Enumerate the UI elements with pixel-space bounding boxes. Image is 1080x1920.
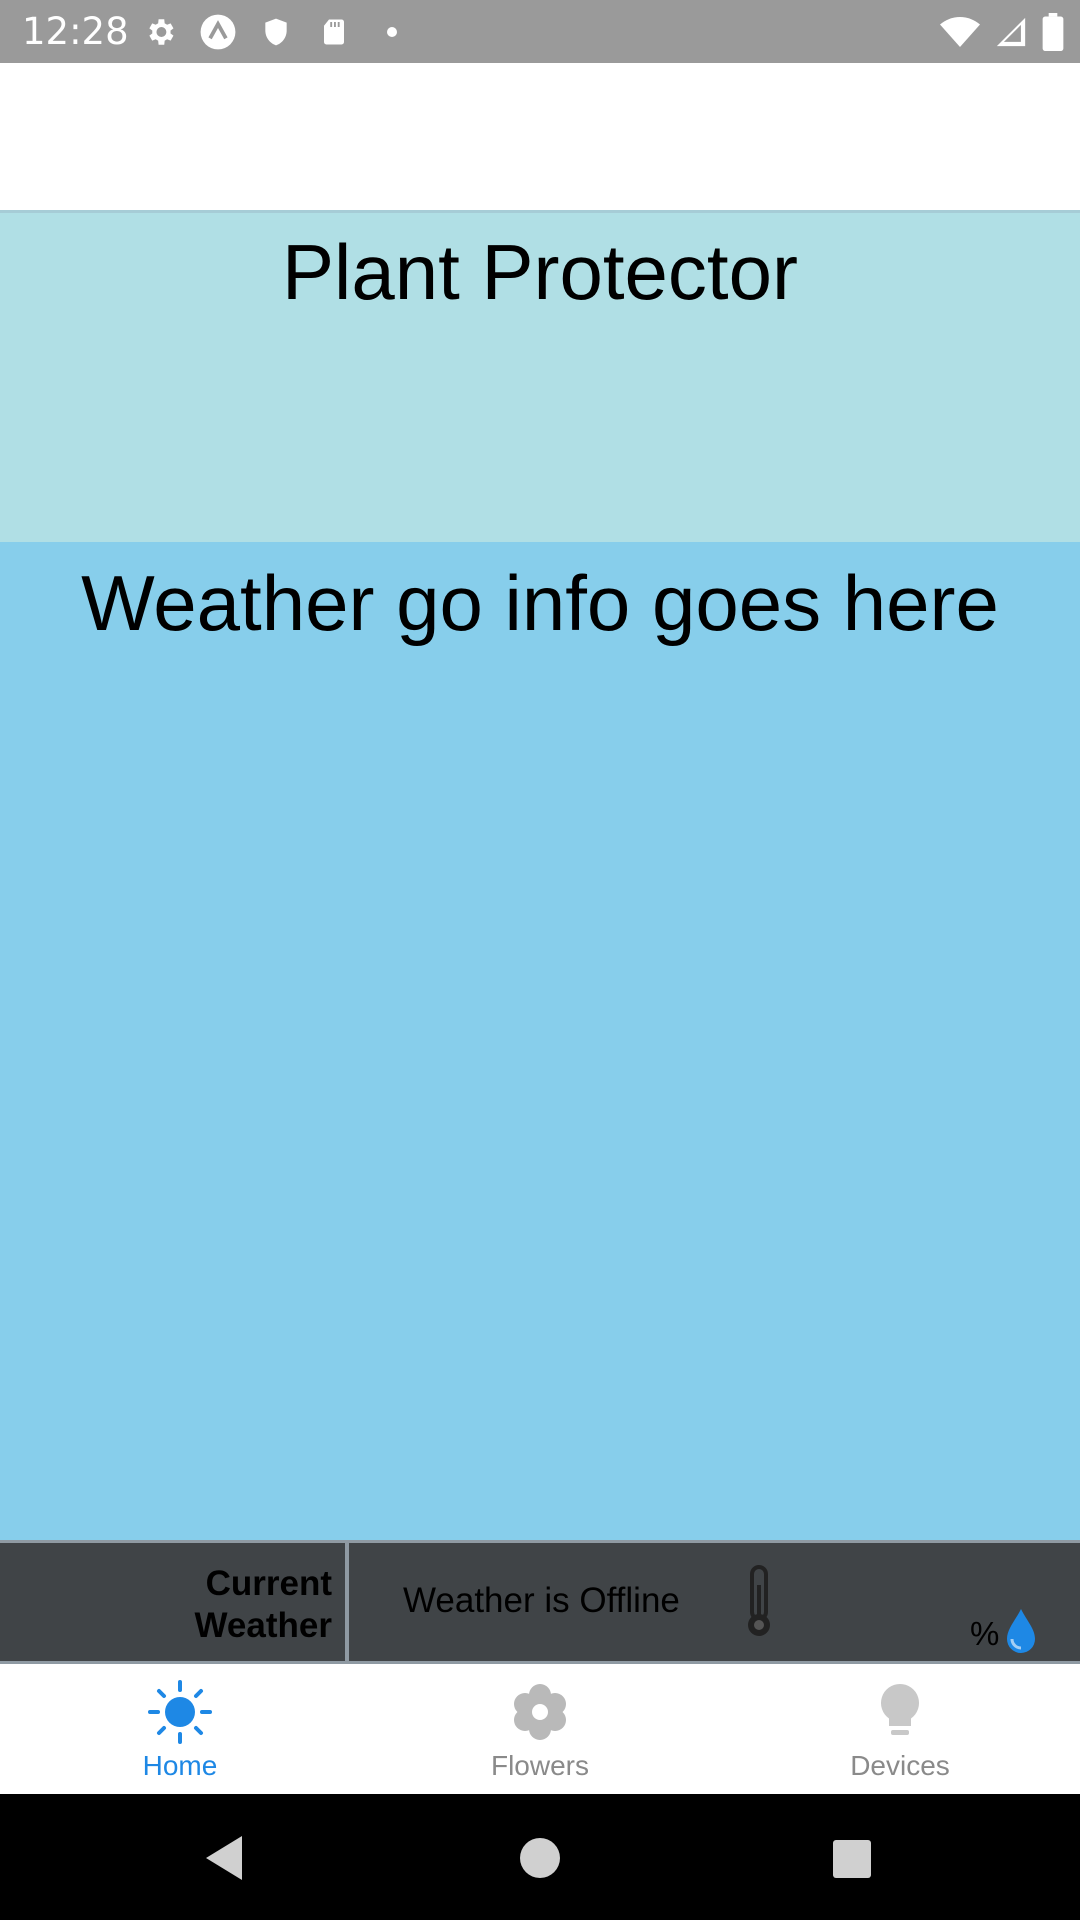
sd-card-icon — [314, 12, 354, 52]
recents-icon[interactable] — [825, 1832, 877, 1884]
thermometer-icon — [743, 1565, 775, 1639]
sun-icon — [148, 1680, 212, 1744]
expo-icon — [198, 12, 238, 52]
tab-home-label: Home — [142, 1750, 218, 1781]
app-header — [0, 63, 1080, 210]
tab-flowers-label: Flowers — [490, 1750, 589, 1781]
tab-home[interactable]: Home — [0, 1664, 360, 1794]
system-nav-bar — [0, 1794, 1080, 1920]
weather-panel: Weather go info goes here — [0, 542, 1080, 1540]
bottom-nav: Home Flowers Devices — [0, 1664, 1080, 1794]
current-weather-label-line2: Weather — [194, 1606, 332, 1645]
humidity-value: % — [970, 1615, 1000, 1652]
flower-icon — [508, 1680, 572, 1744]
status-icons-left — [140, 12, 430, 52]
current-weather-label: Current Weather — [0, 1563, 332, 1647]
water-drop-icon — [1003, 1607, 1039, 1655]
dot-icon — [372, 12, 412, 52]
wifi-icon — [940, 15, 980, 49]
weather-status-text: Weather is Offline — [403, 1581, 680, 1620]
tab-flowers[interactable]: Flowers — [360, 1664, 720, 1794]
cellular-icon — [994, 15, 1028, 49]
status-bar: 12:28 — [0, 0, 1080, 63]
status-icons-right — [926, 12, 1064, 52]
home-circle-icon[interactable] — [514, 1832, 566, 1884]
back-icon[interactable] — [200, 1832, 252, 1884]
shield-icon — [256, 12, 296, 52]
gear-icon — [140, 12, 180, 52]
tab-devices[interactable]: Devices — [720, 1664, 1080, 1794]
status-time: 12:28 — [22, 10, 129, 53]
lightbulb-icon — [868, 1680, 932, 1744]
weather-info-placeholder: Weather go info goes here — [81, 559, 999, 647]
page-title: Plant Protector — [282, 228, 798, 316]
current-weather-bar: Current Weather Weather is Offline % — [0, 1540, 1080, 1664]
title-panel: Plant Protector — [0, 210, 1080, 542]
weather-bar-divider — [345, 1543, 349, 1661]
battery-icon — [1042, 13, 1064, 51]
current-weather-label-line1: Current — [205, 1564, 332, 1603]
tab-devices-label: Devices — [850, 1750, 950, 1781]
